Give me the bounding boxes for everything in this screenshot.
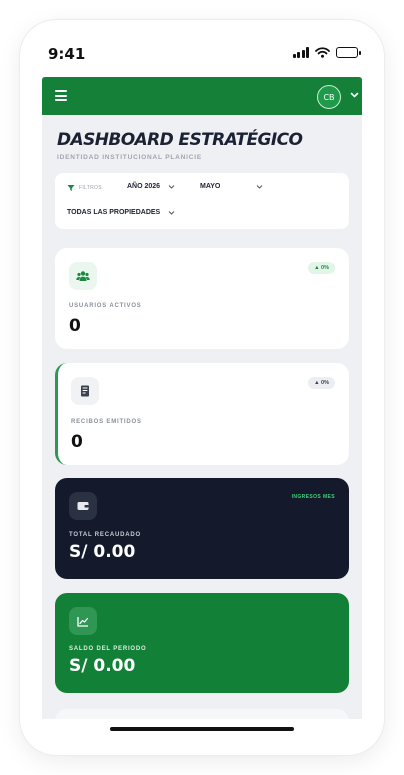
page-title: DASHBOARD ESTRATÉGICO bbox=[57, 130, 303, 150]
kpi-label: TOTAL RECAUDADO bbox=[69, 532, 141, 538]
avatar[interactable]: CB bbox=[317, 85, 341, 109]
chevron-down-icon bbox=[168, 184, 175, 189]
month-select[interactable]: MAYO bbox=[200, 183, 263, 190]
kpi-label: SALDO DEL PERIODO bbox=[69, 646, 147, 652]
filters-label: FILTROS bbox=[79, 185, 102, 191]
kpi-card-issued-receipts[interactable]: ▲ 0% RECIBOS EMITIDOS 0 bbox=[55, 363, 349, 465]
home-indicator bbox=[110, 727, 294, 731]
kpi-card-period-balance[interactable]: SALDO DEL PERIODO S/ 0.00 bbox=[55, 593, 349, 693]
signal-icon bbox=[292, 47, 309, 58]
chevron-down-icon bbox=[168, 210, 175, 215]
filter-icon bbox=[67, 185, 75, 191]
kpi-value: S/ 0.00 bbox=[69, 656, 136, 676]
property-select[interactable]: TODAS LAS PROPIEDADES bbox=[67, 209, 175, 216]
status-time: 9:41 bbox=[48, 45, 86, 63]
filters-label-group: FILTROS bbox=[67, 184, 102, 192]
kpi-card-active-users[interactable]: ▲ 0% USUARIOS ACTIVOS 0 bbox=[55, 248, 349, 349]
growth-badge: ▲ 0% bbox=[308, 262, 335, 274]
kpi-label: USUARIOS ACTIVOS bbox=[69, 303, 142, 309]
chevron-down-icon[interactable] bbox=[350, 89, 359, 101]
page-subtitle: IDENTIDAD INSTITUCIONAL PLANICIE bbox=[57, 154, 203, 161]
receipt-icon bbox=[71, 377, 99, 405]
period-badge: INGRESOS MES bbox=[291, 494, 335, 500]
kpi-value: S/ 0.00 bbox=[69, 542, 136, 562]
menu-icon[interactable] bbox=[55, 90, 67, 101]
wifi-icon bbox=[315, 47, 330, 58]
chart-line-icon bbox=[69, 607, 97, 635]
growth-badge: ▲ 0% bbox=[308, 377, 335, 389]
users-icon bbox=[69, 262, 97, 290]
top-bar: CB bbox=[42, 77, 362, 115]
year-select-value: AÑO 2026 bbox=[127, 183, 161, 190]
wallet-icon bbox=[69, 492, 97, 520]
kpi-value: 0 bbox=[69, 316, 81, 336]
status-icons bbox=[292, 47, 361, 58]
kpi-value: 0 bbox=[71, 432, 83, 452]
status-bar: 9:41 bbox=[20, 20, 384, 76]
year-select[interactable]: AÑO 2026 bbox=[127, 183, 175, 190]
month-select-value: MAYO bbox=[200, 183, 221, 190]
phone-frame: 9:41 CB DASHBOARD ESTRATÉGICO IDENTIDAD … bbox=[20, 20, 384, 755]
kpi-label: RECIBOS EMITIDOS bbox=[71, 419, 142, 425]
app-screen: CB DASHBOARD ESTRATÉGICO IDENTIDAD INSTI… bbox=[42, 77, 362, 719]
chevron-down-icon bbox=[256, 184, 263, 189]
kpi-card-total-collected[interactable]: INGRESOS MES TOTAL RECAUDADO S/ 0.00 bbox=[55, 478, 349, 579]
kpi-card-partial bbox=[55, 709, 349, 719]
battery-icon bbox=[336, 47, 361, 58]
property-select-value: TODAS LAS PROPIEDADES bbox=[67, 209, 161, 216]
filters-panel: FILTROS AÑO 2026 MAYO TODAS LAS PROPIEDA… bbox=[55, 173, 349, 229]
